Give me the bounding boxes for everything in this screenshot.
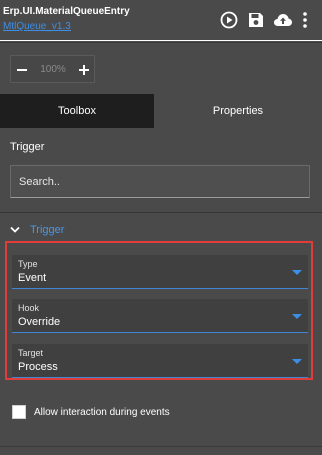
play-circle-icon[interactable] (219, 10, 239, 30)
plus-icon (79, 65, 89, 75)
caret-down-icon (292, 359, 302, 364)
layer-name-link[interactable]: MtlQueue_v1.3 (3, 21, 71, 32)
more-vertical-icon[interactable] (298, 10, 312, 30)
zoom-level: 100% (40, 64, 66, 75)
zoom-out-button[interactable] (11, 56, 33, 84)
hook-value: Override (18, 316, 61, 328)
target-label: Target (18, 348, 44, 358)
cloud-upload-icon[interactable] (273, 10, 293, 30)
type-value: Event (18, 272, 47, 284)
search-field[interactable] (10, 165, 310, 198)
hook-dropdown[interactable]: Hook Override (12, 299, 308, 333)
chevron-down-icon (10, 224, 22, 236)
type-dropdown[interactable]: Type Event (12, 255, 308, 289)
section-divider (0, 212, 322, 213)
zoom-in-button[interactable] (73, 56, 95, 84)
caret-down-icon (292, 314, 302, 319)
search-input[interactable] (11, 166, 309, 197)
tab-toolbox[interactable]: Toolbox (0, 94, 154, 128)
minus-icon (17, 69, 27, 71)
allow-interaction-checkbox[interactable] (12, 405, 26, 419)
caret-down-icon (292, 270, 302, 275)
hook-label: Hook (18, 303, 40, 313)
app-title: Erp.UI.MaterialQueueEntry (3, 6, 130, 17)
allow-interaction-label: Allow interaction during events (34, 406, 170, 418)
type-label: Type (18, 259, 38, 269)
target-dropdown[interactable]: Target Process (12, 344, 308, 378)
trigger-group-label: Trigger (30, 224, 65, 236)
bottom-divider (0, 446, 322, 447)
panel-tabs: Toolbox Properties (0, 94, 322, 128)
header-divider (0, 40, 322, 41)
app-header: Erp.UI.MaterialQueueEntry MtlQueue_v1.3 (0, 0, 322, 42)
trigger-group-header[interactable]: Trigger (10, 223, 64, 237)
allow-interaction-option: Allow interaction during events (12, 404, 170, 420)
target-value: Process (18, 361, 58, 373)
section-title: Trigger (10, 141, 45, 153)
zoom-control: 100% (10, 55, 95, 83)
save-icon[interactable] (246, 10, 266, 30)
header-shadow-line (0, 42, 322, 43)
tab-properties[interactable]: Properties (154, 94, 322, 128)
